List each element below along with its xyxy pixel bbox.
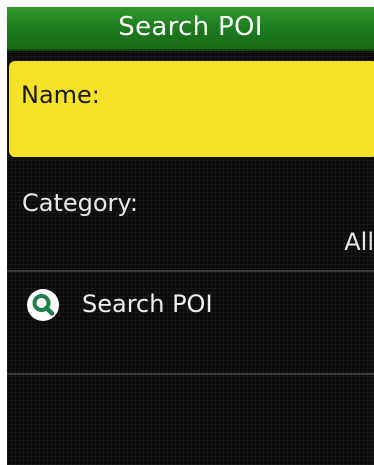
title-bar: Search POI bbox=[7, 7, 374, 51]
page-title: Search POI bbox=[118, 12, 263, 42]
search-poi-button[interactable]: Search POI bbox=[7, 277, 374, 337]
name-label: Name: bbox=[21, 81, 100, 109]
search-icon bbox=[27, 289, 59, 321]
device-screen: Search POI Name: Category: All Search PO… bbox=[7, 7, 374, 465]
category-value[interactable]: All bbox=[344, 228, 374, 256]
divider bbox=[7, 270, 374, 272]
search-poi-label: Search POI bbox=[82, 290, 213, 318]
divider bbox=[7, 373, 374, 375]
name-field[interactable]: Name: bbox=[9, 61, 374, 157]
category-label: Category: bbox=[22, 189, 138, 217]
